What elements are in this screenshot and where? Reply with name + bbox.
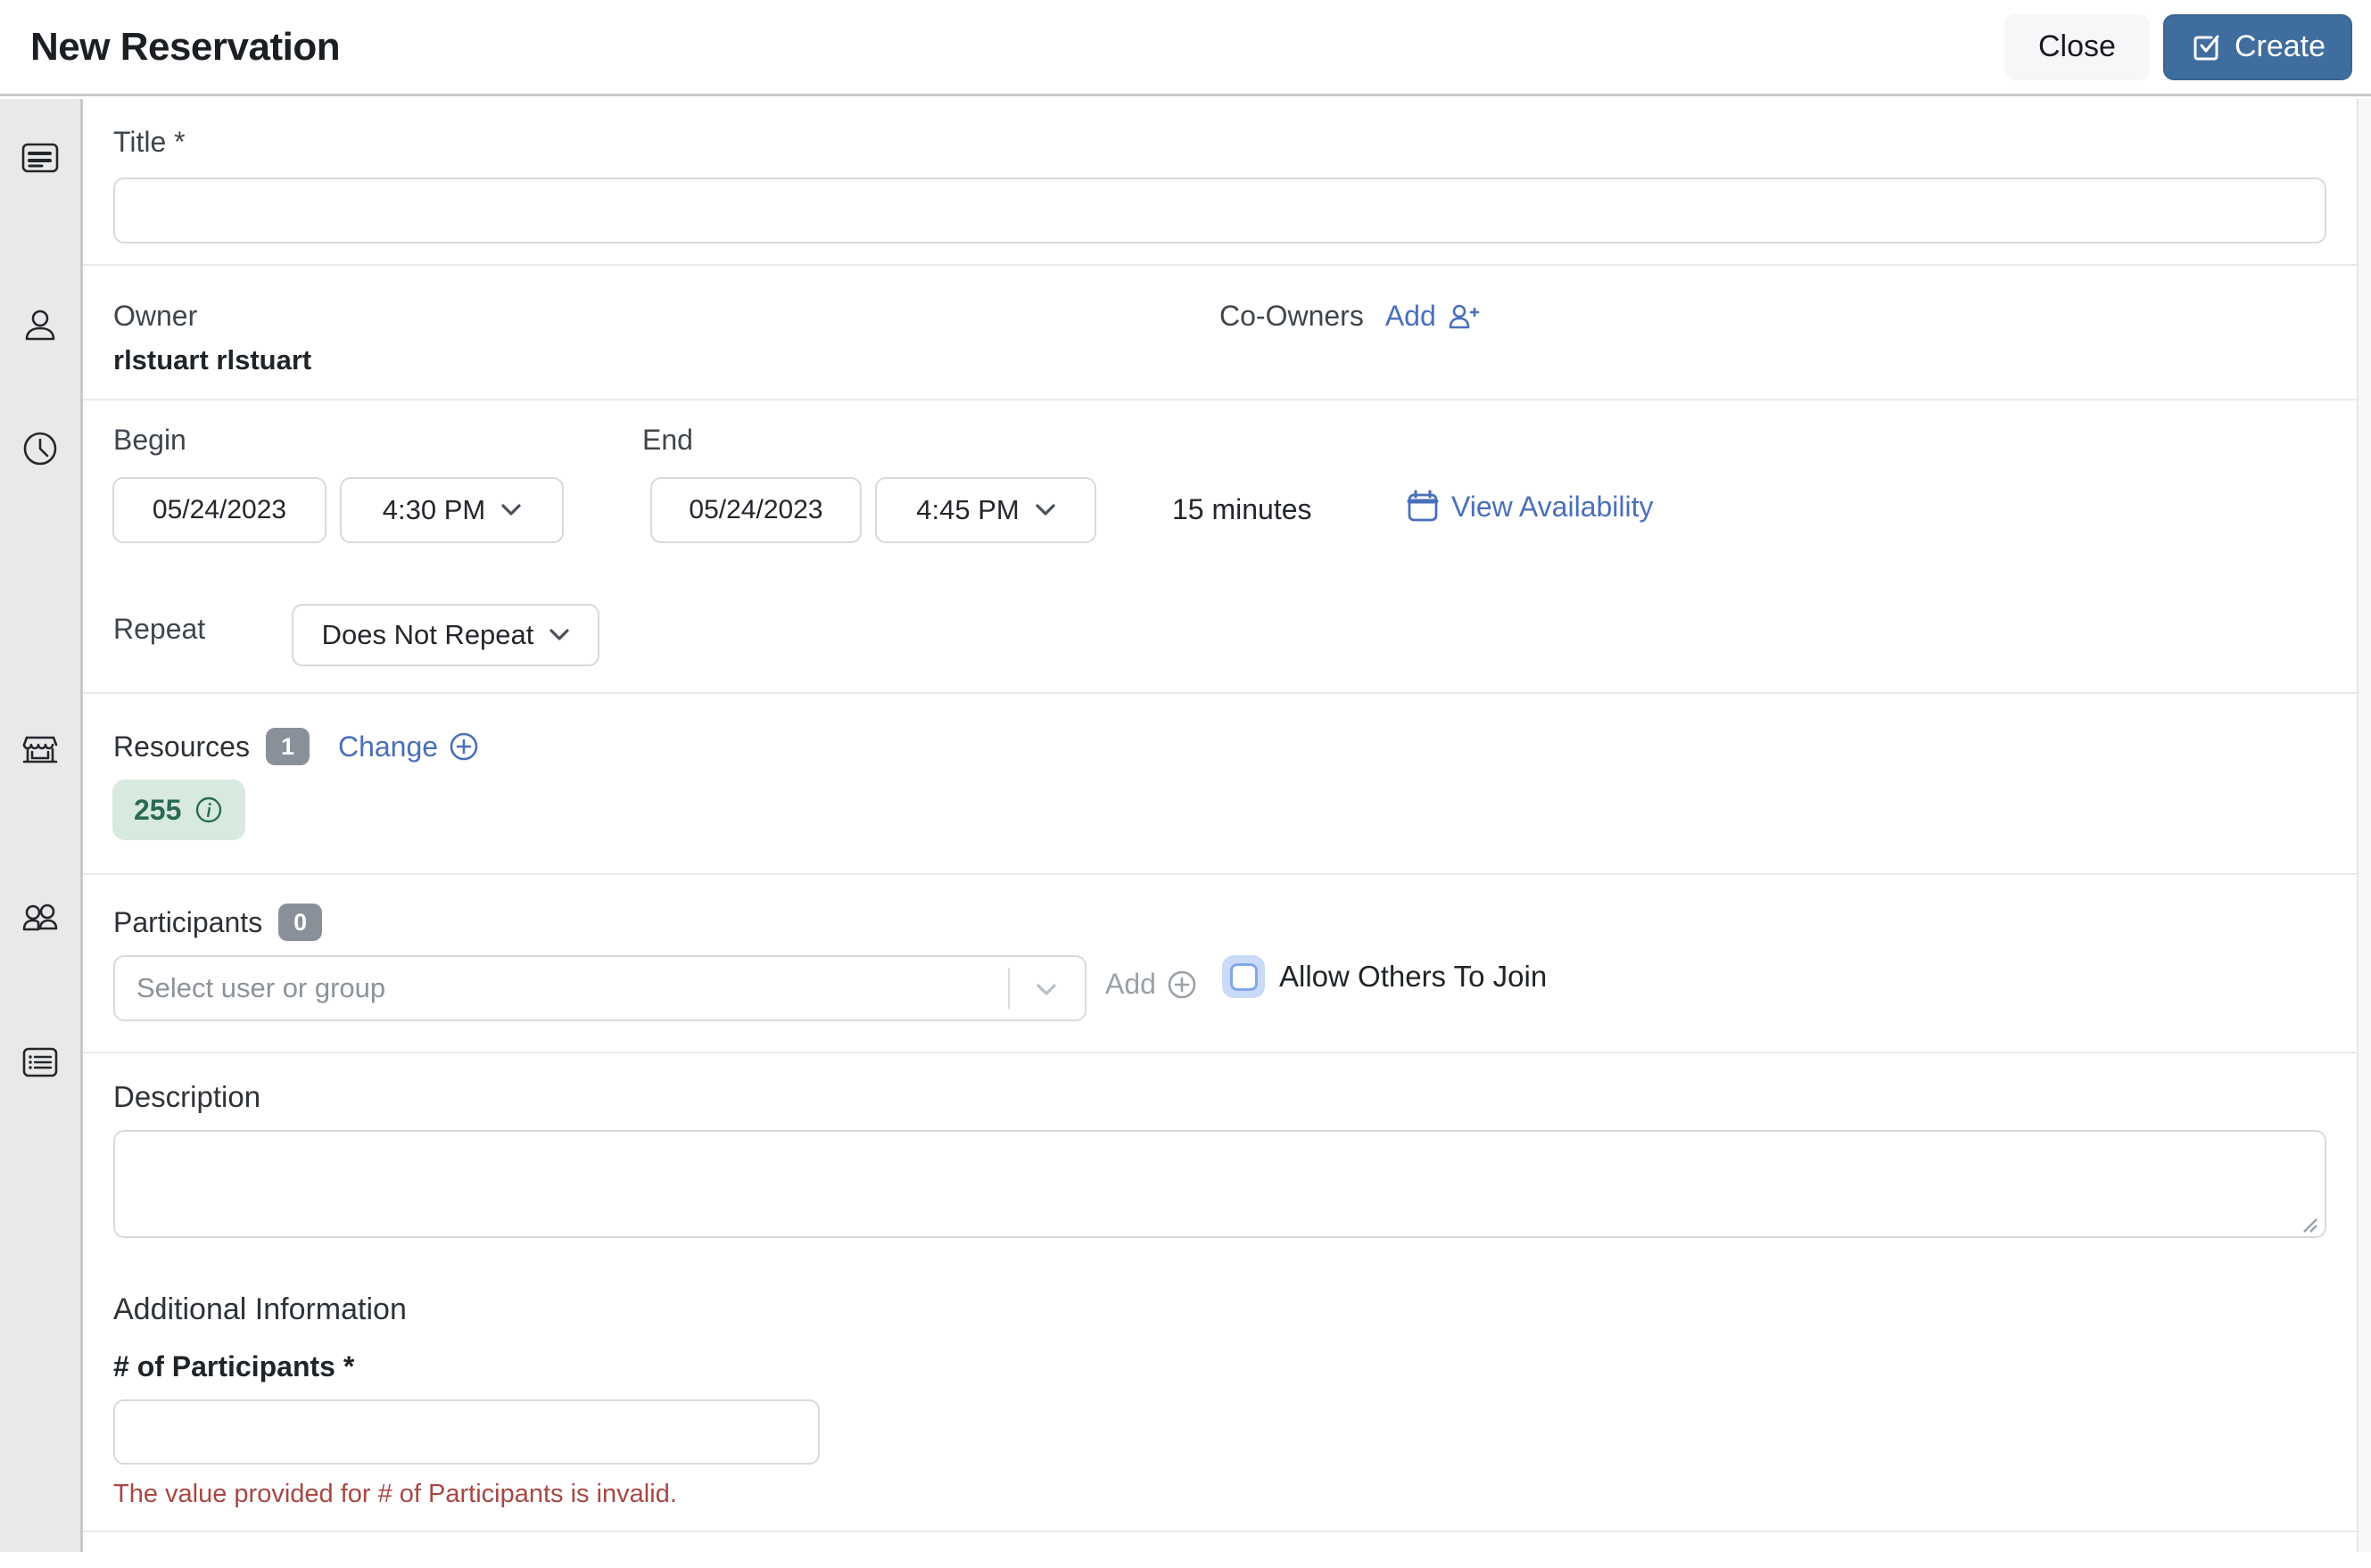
repeat-label: Repeat — [113, 613, 206, 645]
add-co-owner-label: Add — [1384, 300, 1436, 332]
card-text-icon[interactable] — [20, 136, 61, 177]
title-label: Title * — [113, 126, 186, 158]
circle-plus-icon — [449, 731, 479, 762]
duration-text: 15 minutes — [1172, 493, 1312, 525]
repeat-select[interactable]: Does Not Repeat — [292, 604, 599, 666]
change-resources-link[interactable]: Change — [338, 730, 479, 763]
add-participant-label: Add — [1105, 968, 1156, 1000]
chevron-down-icon — [1036, 504, 1055, 516]
clock-icon[interactable] — [20, 428, 61, 469]
page-title: New Reservation — [30, 24, 341, 69]
description-textarea[interactable] — [113, 1130, 2326, 1238]
create-button-label: Create — [2234, 29, 2326, 63]
view-availability-label: View Availability — [1451, 490, 1654, 523]
change-resources-label: Change — [337, 730, 439, 763]
owner-section: Owner rlstuart rlstuart Co-Owners Add — [83, 266, 2357, 400]
scrollbar-track[interactable] — [2357, 99, 2371, 1552]
add-co-owner-link[interactable]: Add — [1385, 300, 1481, 333]
time-section: Begin 4:30 PM End 4:45 PM 15 minutes — [83, 400, 2357, 694]
title-section: Title * — [83, 99, 2357, 266]
circle-plus-icon — [1167, 970, 1197, 1000]
resource-chip[interactable]: 255 — [112, 780, 246, 840]
create-button[interactable]: Create — [2162, 13, 2352, 80]
end-time-select[interactable]: 4:45 PM — [875, 477, 1096, 543]
check-square-icon — [2190, 31, 2222, 63]
end-label: End — [642, 424, 693, 456]
next-section-edge — [83, 1532, 2357, 1568]
resource-chip-label: 255 — [134, 793, 182, 826]
begin-time-select[interactable]: 4:30 PM — [340, 477, 564, 543]
title-input[interactable] — [113, 177, 2326, 243]
person-icon[interactable] — [20, 305, 61, 346]
owner-value: rlstuart rlstuart — [113, 344, 312, 375]
calendar-icon — [1405, 488, 1441, 525]
chevron-down-icon — [549, 629, 570, 641]
participants-select[interactable]: Select user or group — [113, 955, 1086, 1021]
allow-others-label: Allow Others To Join — [1279, 960, 1548, 993]
resize-handle-icon[interactable] — [2297, 1212, 2320, 1235]
allow-others-checkbox[interactable]: Allow Others To Join — [1222, 955, 1547, 998]
description-label: Description — [113, 1080, 261, 1113]
begin-label: Begin — [113, 424, 186, 456]
view-availability-link[interactable]: View Availability — [1405, 488, 1654, 525]
repeat-value: Does Not Repeat — [321, 619, 534, 650]
chevron-down-icon — [1037, 984, 1056, 996]
resources-count-badge: 1 — [265, 728, 310, 765]
begin-date-input[interactable] — [112, 477, 326, 543]
validation-error-text: The value provided for # of Participants… — [113, 1480, 677, 1508]
begin-time-value: 4:30 PM — [382, 494, 486, 525]
num-participants-input[interactable] — [113, 1399, 820, 1465]
description-section: Description Additional Information # of … — [83, 1053, 2357, 1532]
end-date-input[interactable] — [650, 477, 862, 543]
chevron-down-icon — [501, 504, 521, 516]
resources-section: Resources 1 Change 255 — [83, 694, 2357, 875]
people-icon[interactable] — [20, 899, 61, 940]
co-owners-label: Co-Owners — [1219, 300, 1364, 332]
storefront-icon[interactable] — [20, 728, 61, 769]
participants-section: Participants 0 Select user or group Add — [83, 875, 2357, 1053]
section-nav-sidebar — [0, 99, 83, 1552]
list-card-icon[interactable] — [20, 1042, 61, 1083]
add-participant-button[interactable]: Add — [1105, 968, 1197, 1001]
info-icon — [194, 795, 224, 825]
select-divider — [1008, 968, 1010, 1009]
person-plus-icon — [1447, 301, 1481, 332]
checkbox-focus-ring — [1222, 955, 1265, 998]
num-participants-label: # of Participants * — [113, 1350, 355, 1382]
checkbox-box[interactable] — [1229, 962, 1258, 991]
close-button[interactable]: Close — [2004, 13, 2150, 80]
resources-label: Resources — [113, 730, 250, 763]
additional-info-heading: Additional Information — [113, 1292, 407, 1326]
end-time-value: 4:45 PM — [916, 494, 1020, 525]
participants-label: Participants — [113, 905, 263, 938]
participants-count-badge: 0 — [278, 904, 323, 941]
reservation-form: Title * Owner rlstuart rlstuart Co-Owner… — [83, 99, 2357, 1568]
header: New Reservation Close Create — [0, 0, 2371, 96]
participants-select-placeholder: Select user or group — [136, 972, 386, 1003]
owner-label: Owner — [113, 300, 198, 332]
